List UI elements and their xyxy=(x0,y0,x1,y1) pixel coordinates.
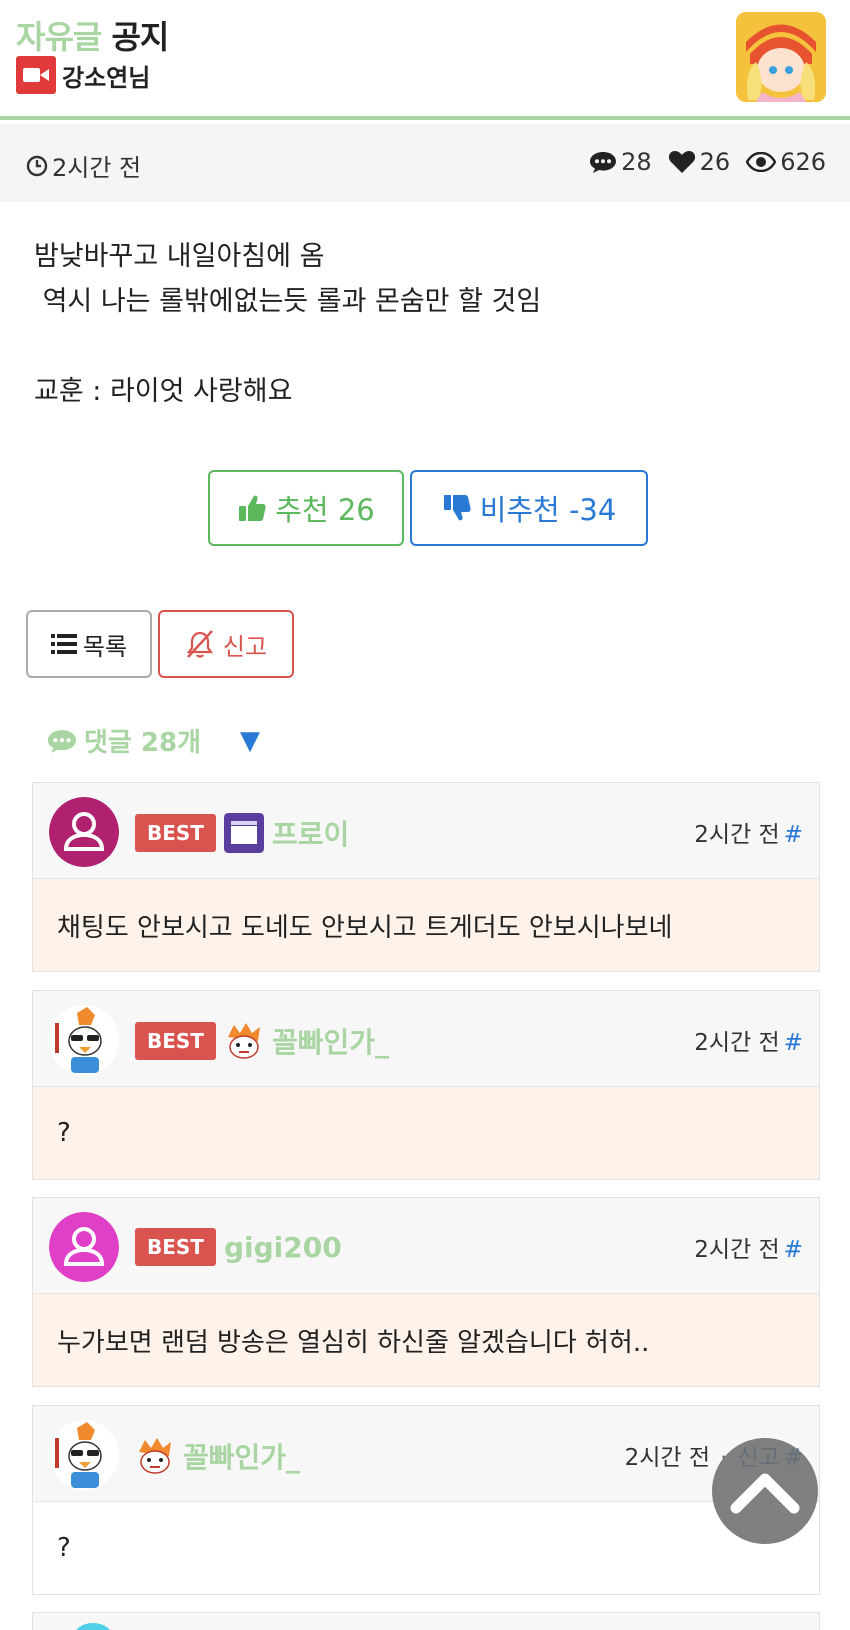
thumbs-down-icon xyxy=(443,495,471,521)
comment-body: 채팅도 안보시고 도네도 안보시고 트게더도 안보시나보네 xyxy=(33,879,819,971)
upvote-button[interactable]: 추천 26 xyxy=(208,470,404,546)
bell-slash-icon xyxy=(186,630,214,658)
comment-permalink[interactable]: # xyxy=(784,822,803,848)
comment-time-text: 2시간 전 xyxy=(694,1030,780,1056)
comment-nickname[interactable]: 프로이 xyxy=(272,813,349,853)
like-stat: 26 xyxy=(668,148,731,176)
comment-header: BEST 꼴빠인가_ 2시간 전 # xyxy=(33,991,819,1087)
board-type: 공지 xyxy=(111,18,169,56)
post-body: 밤낮바꾸고 내일아침에 옴 역시 나는 롤밖에없는듯 롤과 몬숨만 할 것임 교… xyxy=(4,202,846,594)
comment-icon xyxy=(47,729,77,753)
comment-nickname[interactable]: 꼴빠인가_ xyxy=(183,1436,300,1476)
comment-item: BEST gigi200 2시간 전 # 누가보면 랜덤 방송은 열심히 하신줄 … xyxy=(32,1197,820,1387)
character-icon xyxy=(227,1023,260,1059)
report-button-label: 신고 xyxy=(222,632,268,661)
comment-nickname[interactable]: gigi200 xyxy=(224,1231,342,1264)
comment-item: BEST 꼴빠인가_ 2시간 전 # ? xyxy=(32,990,820,1180)
board-name[interactable]: 자유글 xyxy=(16,18,102,56)
post-time-text: 2시간 전 xyxy=(52,154,142,182)
list-button[interactable]: 목록 xyxy=(26,610,152,678)
comment-user: BEST 꼴빠인가_ xyxy=(135,1021,389,1061)
page-header: 자유글 공지 강소연님 xyxy=(0,0,850,120)
chevron-up-icon xyxy=(730,1473,800,1514)
character-icon xyxy=(139,1438,171,1474)
comment-avatar[interactable] xyxy=(73,1623,113,1630)
comment-time: 2시간 전 # xyxy=(694,1230,803,1264)
downvote-label: 비추천 -34 xyxy=(479,493,617,527)
post-stats: 28 26 626 xyxy=(589,148,826,176)
best-badge: BEST xyxy=(135,1022,216,1060)
comment-item: BEST 프로이 2시간 전 # 채팅도 안보시고 도네도 안보시고 트게더도 안… xyxy=(32,782,820,972)
comment-header: 꼴빠인가_ 2시간 전·신고# xyxy=(33,1406,819,1502)
clock-icon xyxy=(26,155,48,176)
comment-avatar[interactable] xyxy=(49,1212,119,1282)
board-title: 자유글 공지 xyxy=(16,12,169,58)
best-badge: BEST xyxy=(135,1228,216,1266)
comment-icon xyxy=(590,152,617,173)
comment-item: 꼴빠인가_ 2시간 전·신고# ? xyxy=(32,1405,820,1595)
clapperboard-icon xyxy=(223,813,264,853)
comment-count-label: 댓글 28개 xyxy=(84,728,201,758)
comment-time-text: 2시간 전 xyxy=(694,1237,780,1263)
comment-avatar[interactable] xyxy=(49,1005,119,1075)
author-name[interactable]: 강소연님 xyxy=(62,58,150,93)
comment-user: BEST gigi200 xyxy=(135,1228,342,1266)
comment-header: BEST gigi200 2시간 전 # xyxy=(33,1198,819,1294)
like-count-text: 26 xyxy=(699,148,731,176)
downvote-button[interactable]: 비추천 -34 xyxy=(410,470,648,546)
view-stat: 626 xyxy=(746,148,826,176)
eye-icon xyxy=(746,152,777,172)
heart-icon xyxy=(668,151,695,173)
comment-header: BEST 프로이 2시간 전 # xyxy=(33,783,819,879)
comment-stat: 28 xyxy=(589,148,652,176)
comment-time: 2시간 전 # xyxy=(694,815,803,849)
list-icon xyxy=(50,634,77,654)
video-camera-icon xyxy=(16,56,56,94)
post-content: 밤낮바꾸고 내일아침에 옴 역시 나는 롤밖에없는듯 롤과 몬숨만 할 것임 교… xyxy=(34,241,542,407)
comment-user: 꼴빠인가_ xyxy=(135,1436,300,1476)
comment-body: 누가보면 랜덤 방송은 열심히 하신줄 알겠습니다 허허.. xyxy=(33,1294,819,1386)
comment-body: ? xyxy=(57,1533,71,1563)
post-meta-bar: 2시간 전 28 26 626 xyxy=(0,124,850,202)
comment-nickname[interactable]: 꼴빠인가_ xyxy=(272,1021,389,1061)
author-avatar[interactable] xyxy=(736,12,826,102)
comment-avatar[interactable] xyxy=(49,797,119,867)
view-count-text: 626 xyxy=(780,148,826,176)
best-badge: BEST xyxy=(135,814,216,852)
scroll-to-top-button[interactable] xyxy=(712,1438,818,1544)
comment-permalink[interactable]: # xyxy=(784,1237,803,1263)
report-button[interactable]: 신고 xyxy=(158,610,294,678)
comment-count-header: 댓글 28개 xyxy=(46,722,201,759)
comments-toggle[interactable]: ▼ xyxy=(240,726,260,756)
upvote-label: 추천 26 xyxy=(275,493,375,527)
list-button-label: 목록 xyxy=(82,632,128,661)
post-time: 2시간 전 xyxy=(26,148,141,183)
comment-item-partial xyxy=(32,1612,820,1630)
comment-avatar[interactable] xyxy=(49,1420,119,1490)
thumbs-up-icon xyxy=(239,495,266,521)
author-row[interactable]: 강소연님 xyxy=(16,56,150,94)
comment-time-text: 2시간 전 xyxy=(624,1445,711,1471)
comment-permalink[interactable]: # xyxy=(784,1030,803,1056)
comment-time: 2시간 전 # xyxy=(694,1023,803,1057)
comment-count-text: 28 xyxy=(621,148,652,176)
comment-body: ? xyxy=(33,1087,819,1179)
comment-user: BEST 프로이 xyxy=(135,813,349,853)
comment-time-text: 2시간 전 xyxy=(694,822,780,848)
